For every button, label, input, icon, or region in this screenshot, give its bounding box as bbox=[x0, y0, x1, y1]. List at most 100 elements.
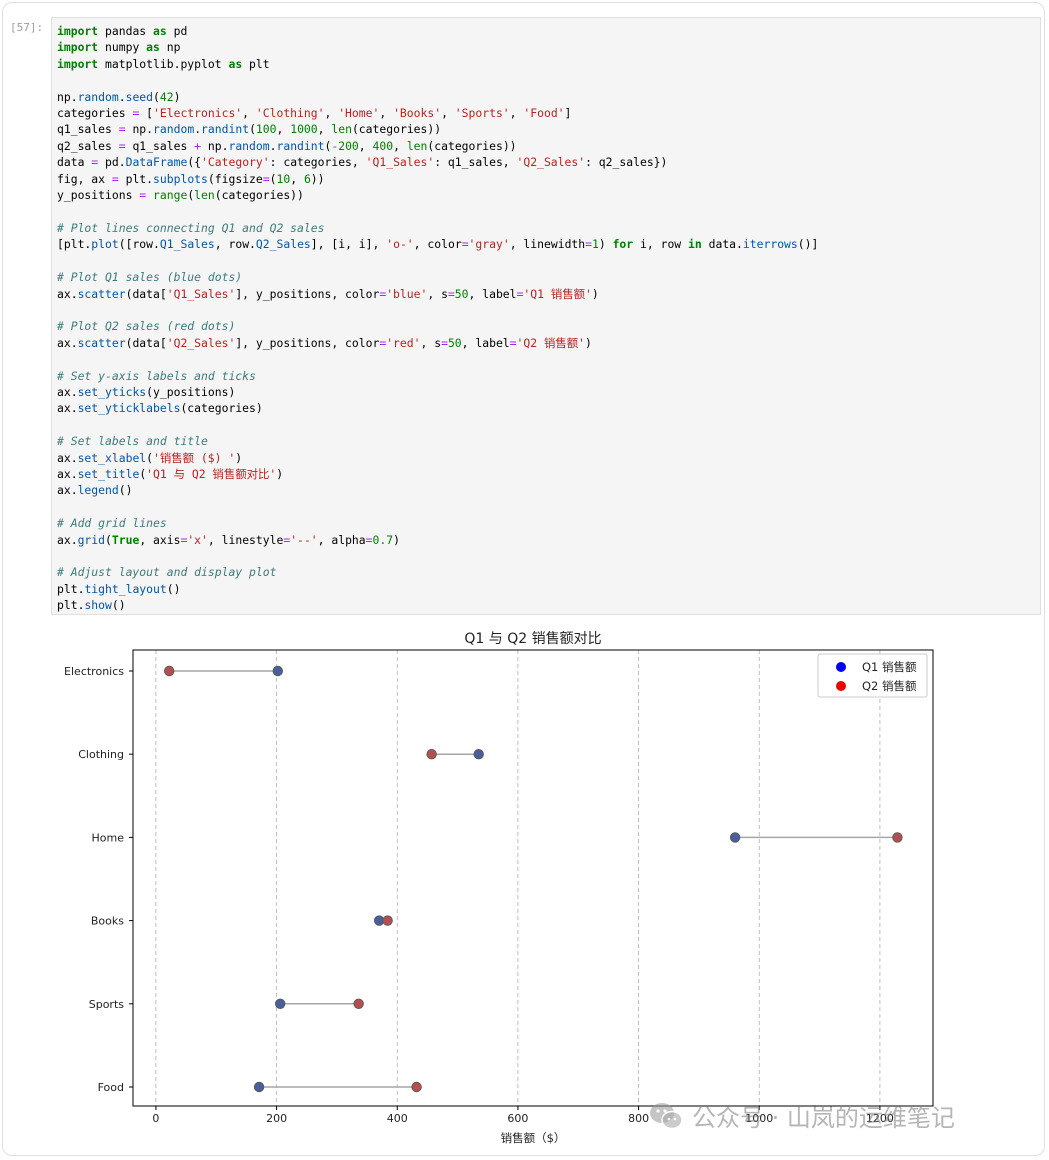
code-token: , color bbox=[413, 237, 462, 252]
cell-prompt: [57]: bbox=[10, 21, 44, 34]
code-token: ( bbox=[153, 89, 160, 104]
q1-point bbox=[275, 998, 286, 1010]
legend-q1-marker bbox=[836, 662, 846, 672]
code-token: DataFrame bbox=[125, 155, 188, 170]
q2-point bbox=[411, 1081, 422, 1093]
code-token: set_title bbox=[77, 466, 140, 481]
code-token: as bbox=[228, 56, 243, 71]
code-token: ax. bbox=[57, 335, 78, 350]
code-token: import bbox=[57, 40, 99, 55]
code-line: ​ bbox=[57, 203, 1040, 219]
code-token: = bbox=[441, 335, 448, 350]
q2-point bbox=[382, 915, 393, 926]
code-token: , bbox=[242, 106, 256, 121]
code-token: set_yticklabels bbox=[77, 401, 181, 416]
code-line: ax.set_title('Q1 与 Q2 销售额对比') bbox=[57, 466, 1040, 482]
x-tick-label: 800 bbox=[628, 1112, 649, 1125]
code-token: 6 bbox=[303, 171, 311, 186]
code-token: 1 bbox=[592, 237, 599, 252]
code-token: 1000 bbox=[290, 122, 318, 137]
code-token: , bbox=[276, 122, 291, 137]
dumbbell-chart: Q1 与 Q2 销售额对比 0 200 400 600 800 1000 1200 Elect… bbox=[64, 631, 934, 1145]
code-token: matplotlib.pyplot bbox=[98, 56, 229, 71]
code-token: plt. bbox=[118, 171, 154, 186]
code-line: ​ bbox=[57, 302, 1040, 318]
code-token: : categories, bbox=[269, 155, 366, 170]
x-tick-label: 1000 bbox=[745, 1112, 773, 1125]
code-token: numpy bbox=[98, 40, 147, 55]
plot-area bbox=[132, 649, 934, 1107]
code-editor[interactable]: import pandas as pd import numpy as np imp… bbox=[52, 18, 1040, 614]
code-line: ​ bbox=[57, 253, 1040, 269]
code-token: randint bbox=[276, 138, 325, 153]
code-token: 'Books' bbox=[393, 106, 442, 121]
code-token: ()] bbox=[797, 237, 819, 252]
code-line: ​ bbox=[57, 499, 1040, 515]
code-token: = bbox=[118, 138, 126, 153]
code-token: len bbox=[406, 138, 428, 153]
code-token: # Set y-axis labels and ticks bbox=[57, 368, 256, 383]
q1-point bbox=[729, 832, 741, 843]
code-token: q1_sales bbox=[125, 138, 195, 153]
code-token: # Set labels and title bbox=[57, 434, 208, 449]
code-token: = bbox=[585, 237, 592, 252]
code-token: , bbox=[324, 106, 339, 121]
code-token: , bbox=[509, 106, 524, 121]
code-token: import bbox=[57, 24, 99, 38]
code-token: , label bbox=[461, 335, 510, 350]
code-token: q1_sales bbox=[57, 122, 119, 137]
code-token: : q2_sales}) bbox=[585, 155, 668, 170]
code-token: (categories)) bbox=[214, 188, 304, 203]
code-line: import numpy as np bbox=[57, 39, 1040, 55]
code-token: 10 bbox=[276, 171, 291, 186]
code-token: ) bbox=[393, 532, 400, 547]
code-token: Q2_Sales bbox=[255, 237, 311, 252]
y-tick-label: Clothing bbox=[78, 748, 124, 761]
code-line: ax.set_yticklabels(categories) bbox=[57, 400, 1040, 416]
code-token: : q1_sales, bbox=[434, 155, 517, 170]
code-line: np.random.seed(42) bbox=[57, 89, 1040, 105]
code-token: 'o-' bbox=[386, 237, 414, 252]
code-cell[interactable]: import pandas as pd import numpy as np imp… bbox=[51, 17, 1041, 615]
legend-q2-marker bbox=[836, 681, 846, 691]
code-token: 50 bbox=[447, 335, 462, 350]
code-token: , bbox=[441, 106, 455, 121]
code-token: = bbox=[262, 171, 270, 186]
code-token: ) bbox=[235, 450, 243, 465]
x-axis-label: 销售额（$） bbox=[501, 1131, 566, 1145]
code-token: y_positions bbox=[57, 188, 140, 203]
code-token: 'Q1 销售额' bbox=[523, 286, 592, 301]
code-line: plt.show() bbox=[57, 597, 1040, 613]
code-line: q2_sales = q1_sales + np.random.randint(… bbox=[57, 138, 1040, 154]
code-token: ( bbox=[146, 450, 154, 465]
x-tick-label: 0 bbox=[152, 1112, 159, 1125]
code-line: # Plot Q1 sales (blue dots) bbox=[57, 269, 1040, 285]
x-tick-label: 400 bbox=[387, 1112, 408, 1125]
code-token: ], y_positions, color bbox=[235, 286, 380, 301]
code-token: . bbox=[118, 89, 126, 104]
code-line: # Plot lines connecting Q1 and Q2 sales bbox=[57, 220, 1040, 236]
code-line: ax.set_yticks(y_positions) bbox=[57, 384, 1040, 400]
y-tick-label: Books bbox=[91, 915, 124, 928]
code-token: categories bbox=[57, 106, 133, 121]
code-token: pd bbox=[166, 24, 188, 38]
code-token: np. bbox=[201, 138, 229, 153]
code-token: random bbox=[153, 122, 195, 137]
code-token: range bbox=[153, 188, 188, 203]
code-token: + bbox=[194, 138, 202, 153]
code-token: 'gray' bbox=[468, 237, 510, 252]
code-line: ax.scatter(data['Q2_Sales'], y_positions… bbox=[57, 335, 1040, 351]
code-line: ​ bbox=[57, 72, 1040, 88]
legend-q1-label: Q1 销售额 bbox=[862, 660, 917, 674]
code-token: subplots bbox=[153, 171, 208, 186]
code-token: ( bbox=[249, 122, 256, 137]
code-line: # Set labels and title bbox=[57, 433, 1040, 449]
code-line: ​ bbox=[57, 351, 1040, 367]
code-token: ({ bbox=[187, 155, 202, 170]
q2-point bbox=[353, 998, 364, 1010]
code-token: np. bbox=[57, 89, 78, 104]
code-token: , linestyle bbox=[207, 532, 284, 547]
code-token: random bbox=[228, 138, 270, 153]
code-token: ) bbox=[598, 237, 613, 252]
